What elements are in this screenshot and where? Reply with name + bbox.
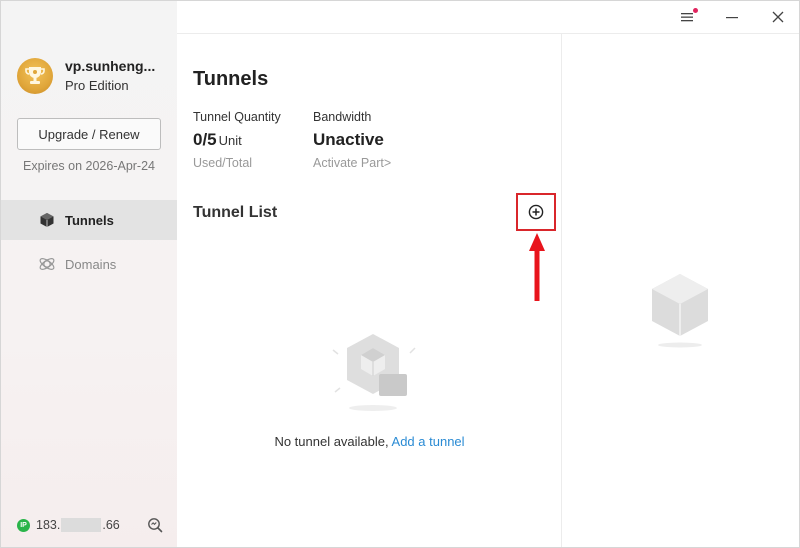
plus-circle-icon [528,204,544,220]
sidebar: vp.sunheng... Pro Edition Upgrade / Rene… [1,1,177,547]
stat-label: Tunnel Quantity [193,110,281,124]
stat-sublabel: Used/Total [193,156,253,170]
username: vp.sunheng... [65,58,156,74]
annotation-arrow [529,233,545,301]
bandwidth-value: Unactive [313,130,384,149]
sidebar-item-tunnels[interactable]: Tunnels [1,200,177,240]
minimize-button[interactable] [721,7,743,27]
globe-orbit-icon [38,255,56,273]
menu-button[interactable] [676,7,698,27]
tunnel-quantity-stat: Tunnel Quantity 0/5 Unit Used/Total [193,110,281,170]
upgrade-renew-button[interactable]: Upgrade / Renew [17,118,161,150]
page-title: Tunnels [193,68,269,90]
activate-part-link[interactable]: Activate Part> [313,156,391,170]
cube-placeholder-icon [652,274,708,348]
notification-dot [693,8,698,13]
ip-prefix: 183. [36,518,61,532]
empty-state-message: No tunnel available, Add a tunnel [177,434,562,449]
ip-redacted [61,518,102,532]
main-panel: Tunnels Tunnel Quantity 0/5 Unit Used/Tot… [177,33,562,547]
add-tunnel-button[interactable] [516,193,556,231]
trophy-icon [25,67,45,84]
ip-address: IP 183. .66 [17,518,120,532]
detail-panel [562,33,799,547]
edition-label: Pro Edition [65,78,129,93]
sidebar-item-label: Domains [65,256,117,272]
tunnel-list-title: Tunnel List [193,204,278,221]
sidebar-item-domains[interactable]: Domains [1,244,177,284]
stat-value: 0/5 Unit [193,130,281,150]
ip-suffix: .66 [102,518,120,532]
avatar [17,58,53,94]
minimize-icon [726,17,738,19]
quantity-unit: Unit [218,133,242,148]
cube-icon [38,211,56,229]
profile: vp.sunheng... Pro Edition [17,57,155,95]
ip-lookup-icon[interactable] [147,517,163,538]
quantity-value: 0/5 [193,130,217,149]
expires-label: Expires on 2026-Apr-24 [22,159,156,173]
close-button[interactable] [767,7,789,27]
empty-state-text: No tunnel available, [274,434,392,449]
bandwidth-stat: Bandwidth Unactive Activate Part> [313,110,391,170]
ip-status-icon: IP [17,518,30,532]
stat-label: Bandwidth [313,110,372,124]
close-icon [772,11,784,23]
empty-state-illustration [332,334,416,411]
add-tunnel-link[interactable]: Add a tunnel [392,434,465,449]
app-window: vp.sunheng... Pro Edition Upgrade / Rene… [0,0,800,548]
sidebar-item-label: Tunnels [65,212,114,228]
